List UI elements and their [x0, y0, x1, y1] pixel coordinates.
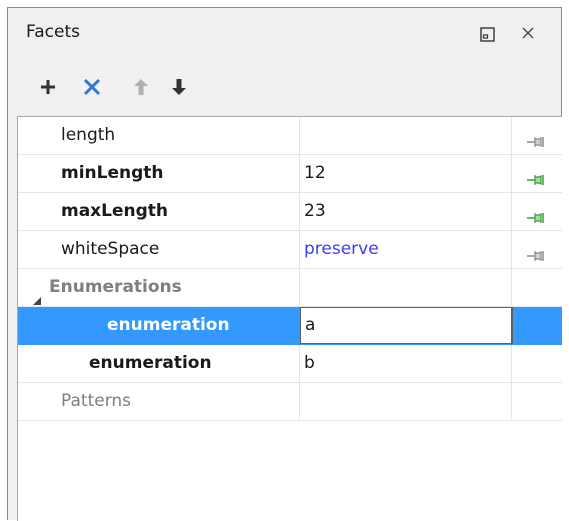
table-row[interactable]: whiteSpace preserve [18, 231, 562, 269]
name-cell: maxLength [18, 193, 300, 230]
name-cell: length [18, 117, 300, 154]
name-cell: Enumerations [18, 269, 300, 306]
toolbar [8, 60, 561, 116]
value-cell[interactable]: preserve [300, 231, 512, 268]
pin-icon[interactable] [527, 203, 547, 223]
facets-grid: length minLength 12 maxLength 23 whiteSp… [17, 116, 562, 521]
table-row[interactable]: minLength 12 [18, 155, 562, 193]
arrow-down-icon[interactable] [168, 76, 190, 98]
row-label: maxLength [61, 201, 169, 221]
value-cell[interactable] [300, 117, 512, 154]
row-label: enumeration [89, 353, 212, 373]
value-cell [300, 383, 512, 420]
table-row[interactable]: enumeration b [18, 345, 562, 383]
pin-icon[interactable] [527, 127, 547, 147]
name-cell: enumeration [18, 307, 300, 344]
value-cell[interactable]: b [300, 345, 512, 382]
row-label: minLength [61, 163, 164, 183]
table-row[interactable]: Patterns [18, 383, 562, 421]
value-editor[interactable]: a [300, 307, 512, 344]
restore-icon[interactable] [479, 26, 497, 44]
pin-cell [512, 117, 562, 154]
pin-cell [512, 155, 562, 192]
table-row[interactable]: Enumerations [18, 269, 562, 307]
pin-cell [512, 383, 562, 420]
pin-icon[interactable] [527, 241, 547, 261]
expand-triangle-icon[interactable] [32, 283, 42, 305]
table-row[interactable]: enumeration a [18, 307, 562, 345]
pin-cell [512, 269, 562, 306]
pin-cell [512, 231, 562, 268]
panel-titlebar: Facets [8, 8, 561, 60]
value-cell [300, 269, 512, 306]
arrow-up-icon[interactable] [130, 76, 152, 98]
close-icon[interactable] [517, 22, 539, 44]
x-icon[interactable] [81, 76, 103, 98]
name-cell: Patterns [18, 383, 300, 420]
group-label: Enumerations [49, 277, 182, 297]
value-cell[interactable]: 12 [300, 155, 512, 192]
value-cell[interactable]: 23 [300, 193, 512, 230]
row-label: enumeration [107, 315, 230, 335]
pin-icon[interactable] [527, 165, 547, 185]
pin-cell [512, 307, 562, 344]
name-cell: minLength [18, 155, 300, 192]
facets-panel: Facets length minLength 12 maxLength 23 … [7, 7, 562, 521]
table-row[interactable]: length [18, 117, 562, 155]
pin-cell [512, 193, 562, 230]
group-label: Patterns [61, 391, 132, 411]
name-cell: whiteSpace [18, 231, 300, 268]
table-row[interactable]: maxLength 23 [18, 193, 562, 231]
plus-icon[interactable] [37, 76, 59, 98]
name-cell: enumeration [18, 345, 300, 382]
pin-cell [512, 345, 562, 382]
row-label: whiteSpace [61, 239, 160, 259]
row-label: length [61, 125, 116, 145]
panel-title: Facets [26, 22, 80, 42]
